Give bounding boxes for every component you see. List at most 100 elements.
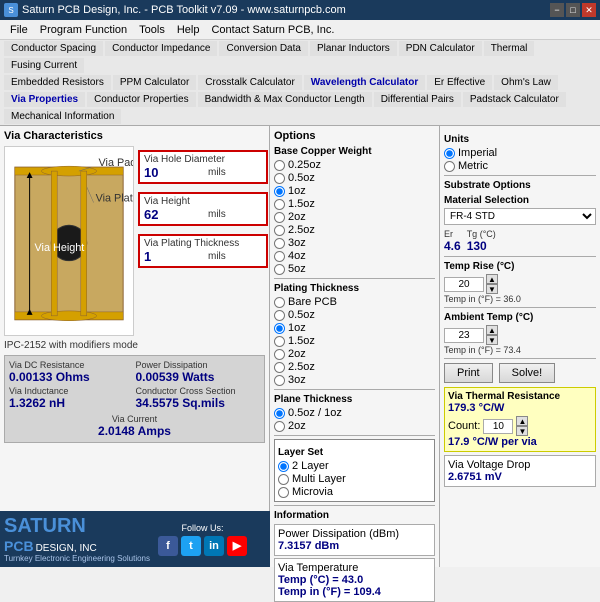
close-button[interactable]: ✕ [582,3,596,17]
plating-05oz[interactable]: 0.5oz [274,309,435,321]
right-divider-2 [444,256,596,257]
window-controls[interactable]: − □ ✕ [550,3,596,17]
layer-group: 2 Layer Multi Layer Microvia [278,460,431,498]
minimize-button[interactable]: − [550,3,564,17]
plating-1oz[interactable]: 1oz [274,322,435,334]
layer-microvia[interactable]: Microvia [278,486,431,498]
temp-rise-down[interactable]: ▼ [486,284,498,294]
er-label: Er [444,229,461,239]
count-label: Count: [448,420,480,432]
plating-group: Bare PCB 0.5oz 1oz 1.5oz 2oz 2.5oz 3oz [274,296,435,386]
information-label: Information [274,510,435,521]
plane-thickness-label: Plane Thickness [274,394,435,405]
plating-thickness-input[interactable]: 1 [144,249,204,264]
plating-25oz[interactable]: 2.5oz [274,361,435,373]
toolbar-ppm-calculator[interactable]: PPM Calculator [113,75,196,90]
divider-3 [274,435,435,436]
plane-05-1oz[interactable]: 0.5oz / 1oz [274,407,435,419]
layer-multi[interactable]: Multi Layer [278,473,431,485]
solve-button[interactable]: Solve! [499,363,556,383]
ambient-temp-label: Ambient Temp (°C) [444,312,596,323]
tg-group: Tg (°C) 130 [467,229,496,253]
copper-2oz[interactable]: 2oz [274,211,435,223]
inductance-value: 1.3262 nH [9,396,134,410]
inductance-result: Via Inductance 1.3262 nH [9,386,134,410]
toolbar-ohms-law[interactable]: Ohm's Law [494,75,558,90]
voltage-drop-label: Via Voltage Drop [448,459,592,471]
input-fields: Via Hole Diameter 10 mils Via Height 62 … [138,146,268,336]
copper-3oz[interactable]: 3oz [274,237,435,249]
menu-tools[interactable]: Tools [133,23,171,37]
copper-05oz[interactable]: 0.5oz [274,172,435,184]
menu-help[interactable]: Help [171,23,206,37]
twitter-icon[interactable]: t [181,536,201,556]
count-down[interactable]: ▼ [516,426,528,436]
count-input[interactable]: 10 [483,419,513,434]
substrate-options-label: Substrate Options [444,180,596,191]
results-section: Via DC Resistance 0.00133 Ohms Power Dis… [4,355,265,443]
toolbar-padstack-calculator[interactable]: Padstack Calculator [463,92,566,107]
menu-contact[interactable]: Contact Saturn PCB, Inc. [205,23,340,37]
units-imperial[interactable]: Imperial [444,147,596,159]
via-height-input[interactable]: 62 [144,207,204,222]
via-temp-label: Via Temperature [278,562,431,574]
toolbar-pdn-calculator[interactable]: PDN Calculator [399,41,482,56]
toolbar-wavelength-calculator[interactable]: Wavelength Calculator [304,75,425,90]
toolbar-fusing-current[interactable]: Fusing Current [4,58,84,73]
toolbar: Conductor Spacing Conductor Impedance Co… [0,40,600,126]
menu-program-function[interactable]: Program Function [34,23,133,37]
toolbar-crosstalk-calculator[interactable]: Crosstalk Calculator [198,75,301,90]
temp-rise-up[interactable]: ▲ [486,274,498,284]
temp-rise-label: Temp Rise (°C) [444,261,596,272]
youtube-icon[interactable]: ▶ [227,536,247,556]
ambient-temp-input[interactable]: 23 [444,328,484,343]
temp-rise-input[interactable]: 20 [444,277,484,292]
copper-1oz[interactable]: 1oz [274,185,435,197]
units-metric[interactable]: Metric [444,160,596,172]
material-select[interactable]: FR-4 STD [444,208,596,225]
toolbar-planar-inductors[interactable]: Planar Inductors [310,41,397,56]
toolbar-via-properties[interactable]: Via Properties [4,92,85,107]
thermal-resistance-label: Via Thermal Resistance [448,391,592,402]
thermal-resistance-value: 179.3 °C/W [448,402,592,414]
copper-025oz[interactable]: 0.25oz [274,159,435,171]
count-up[interactable]: ▲ [516,416,528,426]
ambient-temp-down[interactable]: ▼ [486,335,498,345]
toolbar-thermal[interactable]: Thermal [484,41,535,56]
plating-2oz[interactable]: 2oz [274,348,435,360]
maximize-button[interactable]: □ [566,3,580,17]
copper-5oz[interactable]: 5oz [274,263,435,275]
layer-2[interactable]: 2 Layer [278,460,431,472]
toolbar-conductor-spacing[interactable]: Conductor Spacing [4,41,103,56]
toolbar-differential-pairs[interactable]: Differential Pairs [374,92,461,107]
hole-diameter-input[interactable]: 10 [144,165,204,180]
inductance-label: Via Inductance [9,386,134,396]
plating-15oz[interactable]: 1.5oz [274,335,435,347]
window-title: Saturn PCB Design, Inc. - PCB Toolkit v7… [22,4,346,16]
title-bar: S Saturn PCB Design, Inc. - PCB Toolkit … [0,0,600,20]
via-svg: Via Pad Via Plating Via Height [5,146,133,336]
linkedin-icon[interactable]: in [204,536,224,556]
print-button[interactable]: Print [444,363,493,383]
plane-2oz[interactable]: 2oz [274,420,435,432]
ambient-temp-spinner: ▲ ▼ [486,325,498,345]
facebook-icon[interactable]: f [158,536,178,556]
toolbar-conversion-data[interactable]: Conversion Data [219,41,307,56]
plating-bare[interactable]: Bare PCB [274,296,435,308]
plating-3oz[interactable]: 3oz [274,374,435,386]
menu-file[interactable]: File [4,23,34,37]
toolbar-embedded-resistors[interactable]: Embedded Resistors [4,75,111,90]
ambient-temp-up[interactable]: ▲ [486,325,498,335]
copper-25oz[interactable]: 2.5oz [274,224,435,236]
copper-15oz[interactable]: 1.5oz [274,198,435,210]
toolbar-mechanical-information[interactable]: Mechanical Information [4,109,121,124]
right-divider-1 [444,175,596,176]
action-buttons: Print Solve! [444,363,596,383]
cross-section-result: Conductor Cross Section 34.5575 Sq.mils [136,386,261,410]
toolbar-conductor-properties[interactable]: Conductor Properties [87,92,196,107]
toolbar-bandwidth[interactable]: Bandwidth & Max Conductor Length [198,92,372,107]
copper-4oz[interactable]: 4oz [274,250,435,262]
ipc-label: IPC-2152 with modifiers mode [4,340,265,351]
toolbar-er-effective[interactable]: Er Effective [427,75,492,90]
toolbar-conductor-impedance[interactable]: Conductor Impedance [105,41,217,56]
